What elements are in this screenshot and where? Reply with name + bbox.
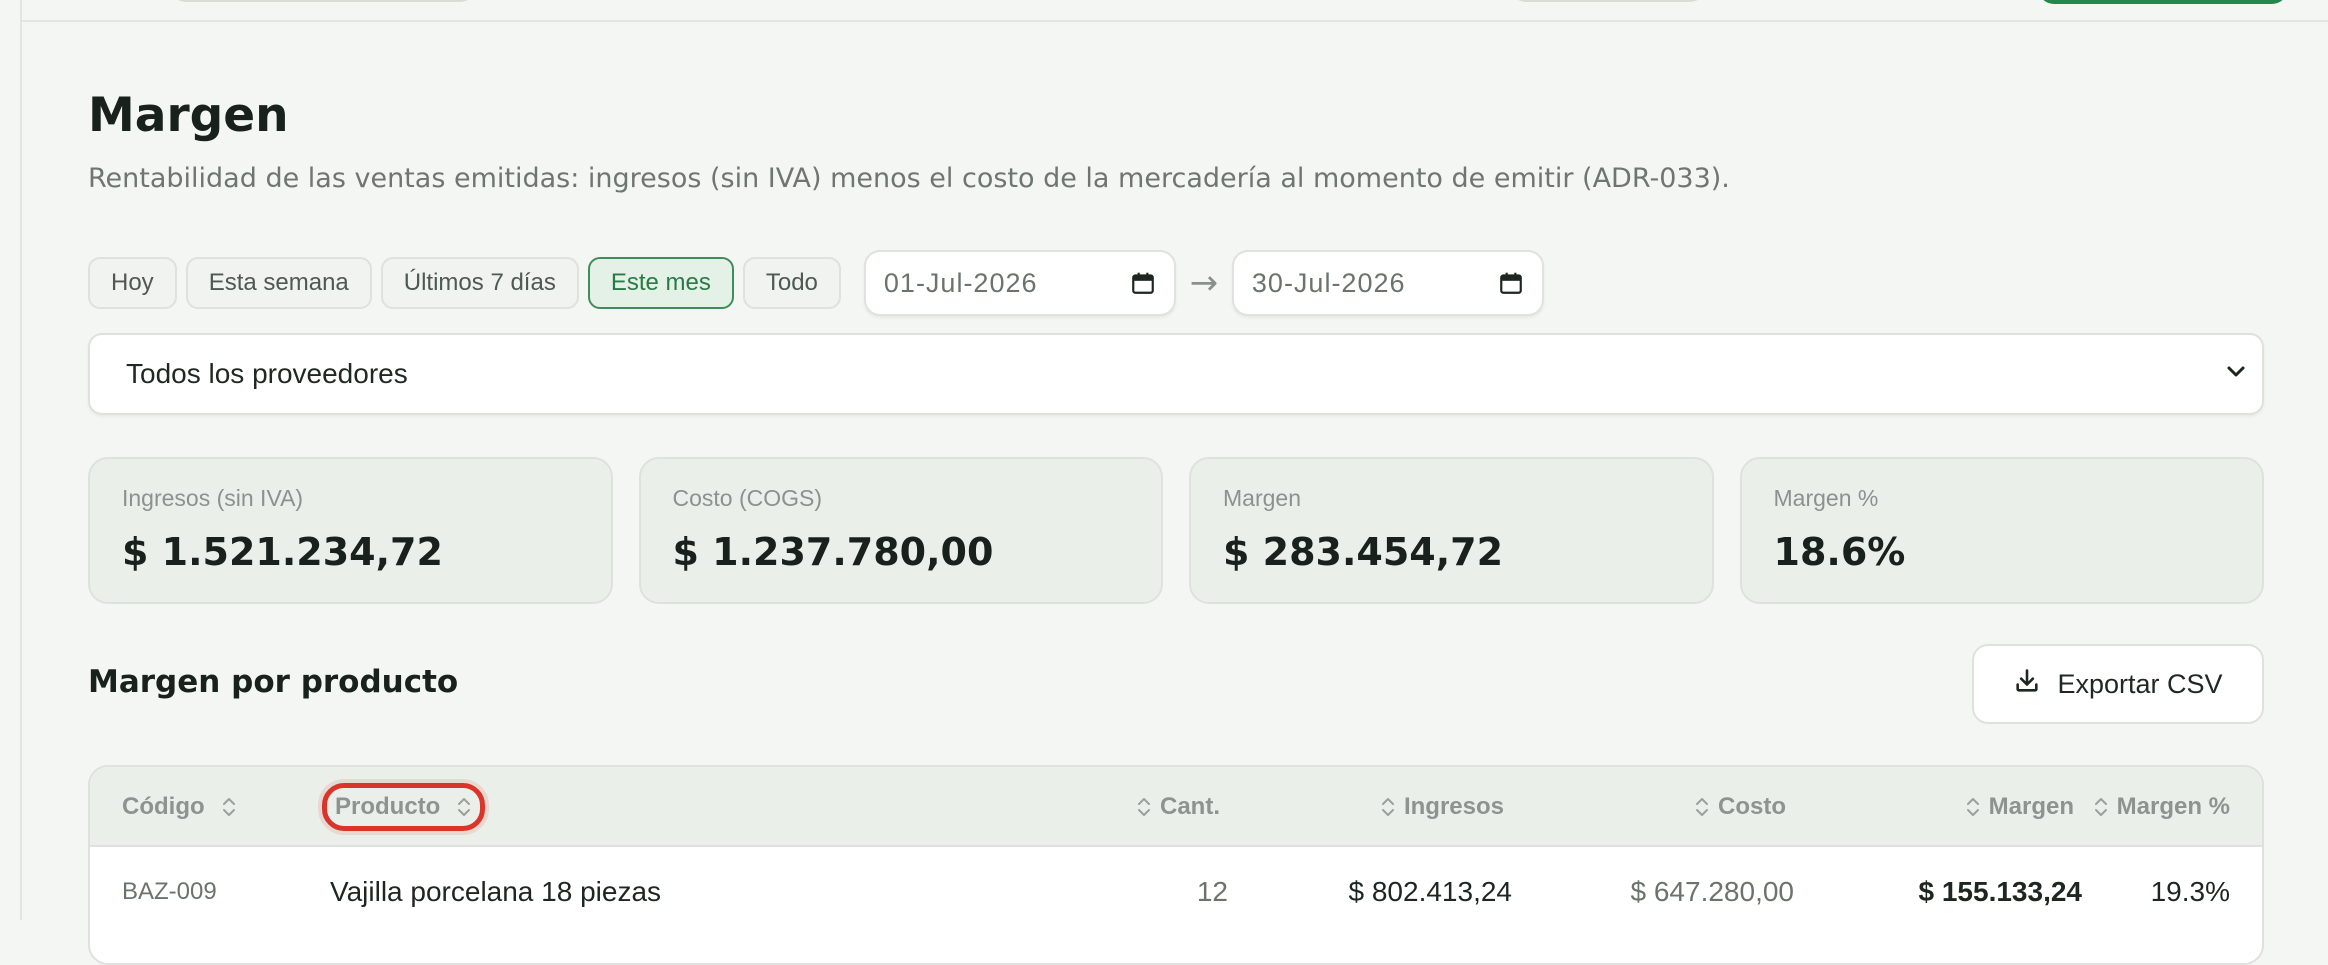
stat-card-costo: Costo (COGS) $ 1.237.780,00 (638, 457, 1163, 604)
page-title: Margen (88, 88, 289, 143)
supplier-select-value: Todos los proveedores (126, 358, 408, 389)
preset-todo[interactable]: Todo (742, 257, 841, 309)
stat-value: $ 1.521.234,72 (122, 530, 443, 574)
stat-label: Margen % (1773, 485, 1879, 511)
cell-ingresos: $ 802.413,24 (1348, 876, 1513, 907)
column-header-codigo[interactable]: Código (122, 767, 237, 847)
date-to-value: 30-Jul-2026 (1251, 267, 1406, 298)
cell-codigo: BAZ-009 (122, 878, 217, 905)
cell-margen: $ 155.133,24 (1918, 876, 2083, 907)
stat-value: $ 283.454,72 (1223, 530, 1504, 574)
sort-icon (1965, 794, 1981, 820)
column-label: Costo (1718, 793, 1786, 820)
cell-margen-pct: 19.3% (2150, 876, 2230, 907)
table-header: Código Producto Cant. Ingresos Costo Mar… (90, 767, 2262, 847)
preset-ultimos-7-dias[interactable]: Últimos 7 días (380, 257, 579, 309)
calendar-icon[interactable] (1130, 270, 1156, 296)
column-label: Cant. (1160, 793, 1220, 820)
date-filters: Hoy Esta semana Últimos 7 días Este mes … (88, 250, 1544, 316)
sort-icon (2093, 794, 2109, 820)
preset-este-mes[interactable]: Este mes (587, 257, 734, 309)
stats-row: Ingresos (sin IVA) $ 1.521.234,72 Costo … (88, 457, 2264, 604)
column-label: Ingresos (1403, 793, 1504, 820)
sort-icon (221, 794, 237, 820)
stat-value: 18.6% (1773, 530, 1906, 574)
export-csv-button[interactable]: Exportar CSV (1972, 644, 2264, 724)
date-from-input[interactable]: 01-Jul-2026 (863, 250, 1176, 316)
section-title: Margen por producto (88, 664, 459, 700)
column-header-costo[interactable]: Costo (1590, 767, 1794, 847)
date-range-arrow: → (1189, 263, 1219, 303)
main-content: Margen Rentabilidad de las ventas emitid… (88, 0, 2264, 965)
column-header-ingresos[interactable]: Ingresos (1280, 767, 1512, 847)
supplier-select[interactable]: Todos los proveedores (88, 333, 2264, 415)
table-row[interactable]: BAZ-009 Vajilla porcelana 18 piezas 12 $… (90, 847, 2262, 937)
sort-icon (1380, 794, 1396, 820)
stat-card-margen-pct: Margen % 18.6% (1739, 457, 2264, 604)
margin-table: Código Producto Cant. Ingresos Costo Mar… (88, 765, 2264, 965)
preset-esta-semana[interactable]: Esta semana (185, 257, 372, 309)
stat-card-ingresos: Ingresos (sin IVA) $ 1.521.234,72 (88, 457, 613, 604)
preset-hoy[interactable]: Hoy (88, 257, 177, 309)
column-label: Código (122, 793, 205, 820)
stat-label: Margen (1223, 485, 1301, 511)
stat-label: Ingresos (sin IVA) (122, 485, 304, 511)
download-icon (2013, 667, 2041, 702)
left-rail (0, 0, 22, 920)
column-label: Margen % (2116, 793, 2230, 820)
stat-value: $ 1.237.780,00 (672, 530, 994, 574)
column-header-producto[interactable]: Producto (322, 783, 486, 831)
column-header-cantidad[interactable]: Cant. (1040, 767, 1228, 847)
stat-label: Costo (COGS) (672, 485, 823, 511)
sort-icon (456, 794, 472, 820)
column-label: Margen (1988, 793, 2074, 820)
cell-producto: Vajilla porcelana 18 piezas (330, 876, 662, 907)
cell-cantidad: 12 (1196, 876, 1228, 907)
column-header-margen-pct[interactable]: Margen % (2080, 767, 2230, 847)
chevron-down-icon (2224, 358, 2248, 390)
date-to-input[interactable]: 30-Jul-2026 (1231, 250, 1544, 316)
column-label: Producto (335, 793, 441, 820)
stat-card-margen: Margen $ 283.454,72 (1189, 457, 1714, 604)
export-csv-label: Exportar CSV (2057, 668, 2223, 699)
cell-costo: $ 647.280,00 (1630, 876, 1795, 907)
calendar-icon[interactable] (1498, 270, 1524, 296)
date-from-value: 01-Jul-2026 (883, 267, 1038, 298)
sort-icon (1136, 794, 1152, 820)
sort-icon (1694, 794, 1710, 820)
column-header-margen[interactable]: Margen (1850, 767, 2082, 847)
page-subtitle: Rentabilidad de las ventas emitidas: ing… (88, 163, 1730, 194)
